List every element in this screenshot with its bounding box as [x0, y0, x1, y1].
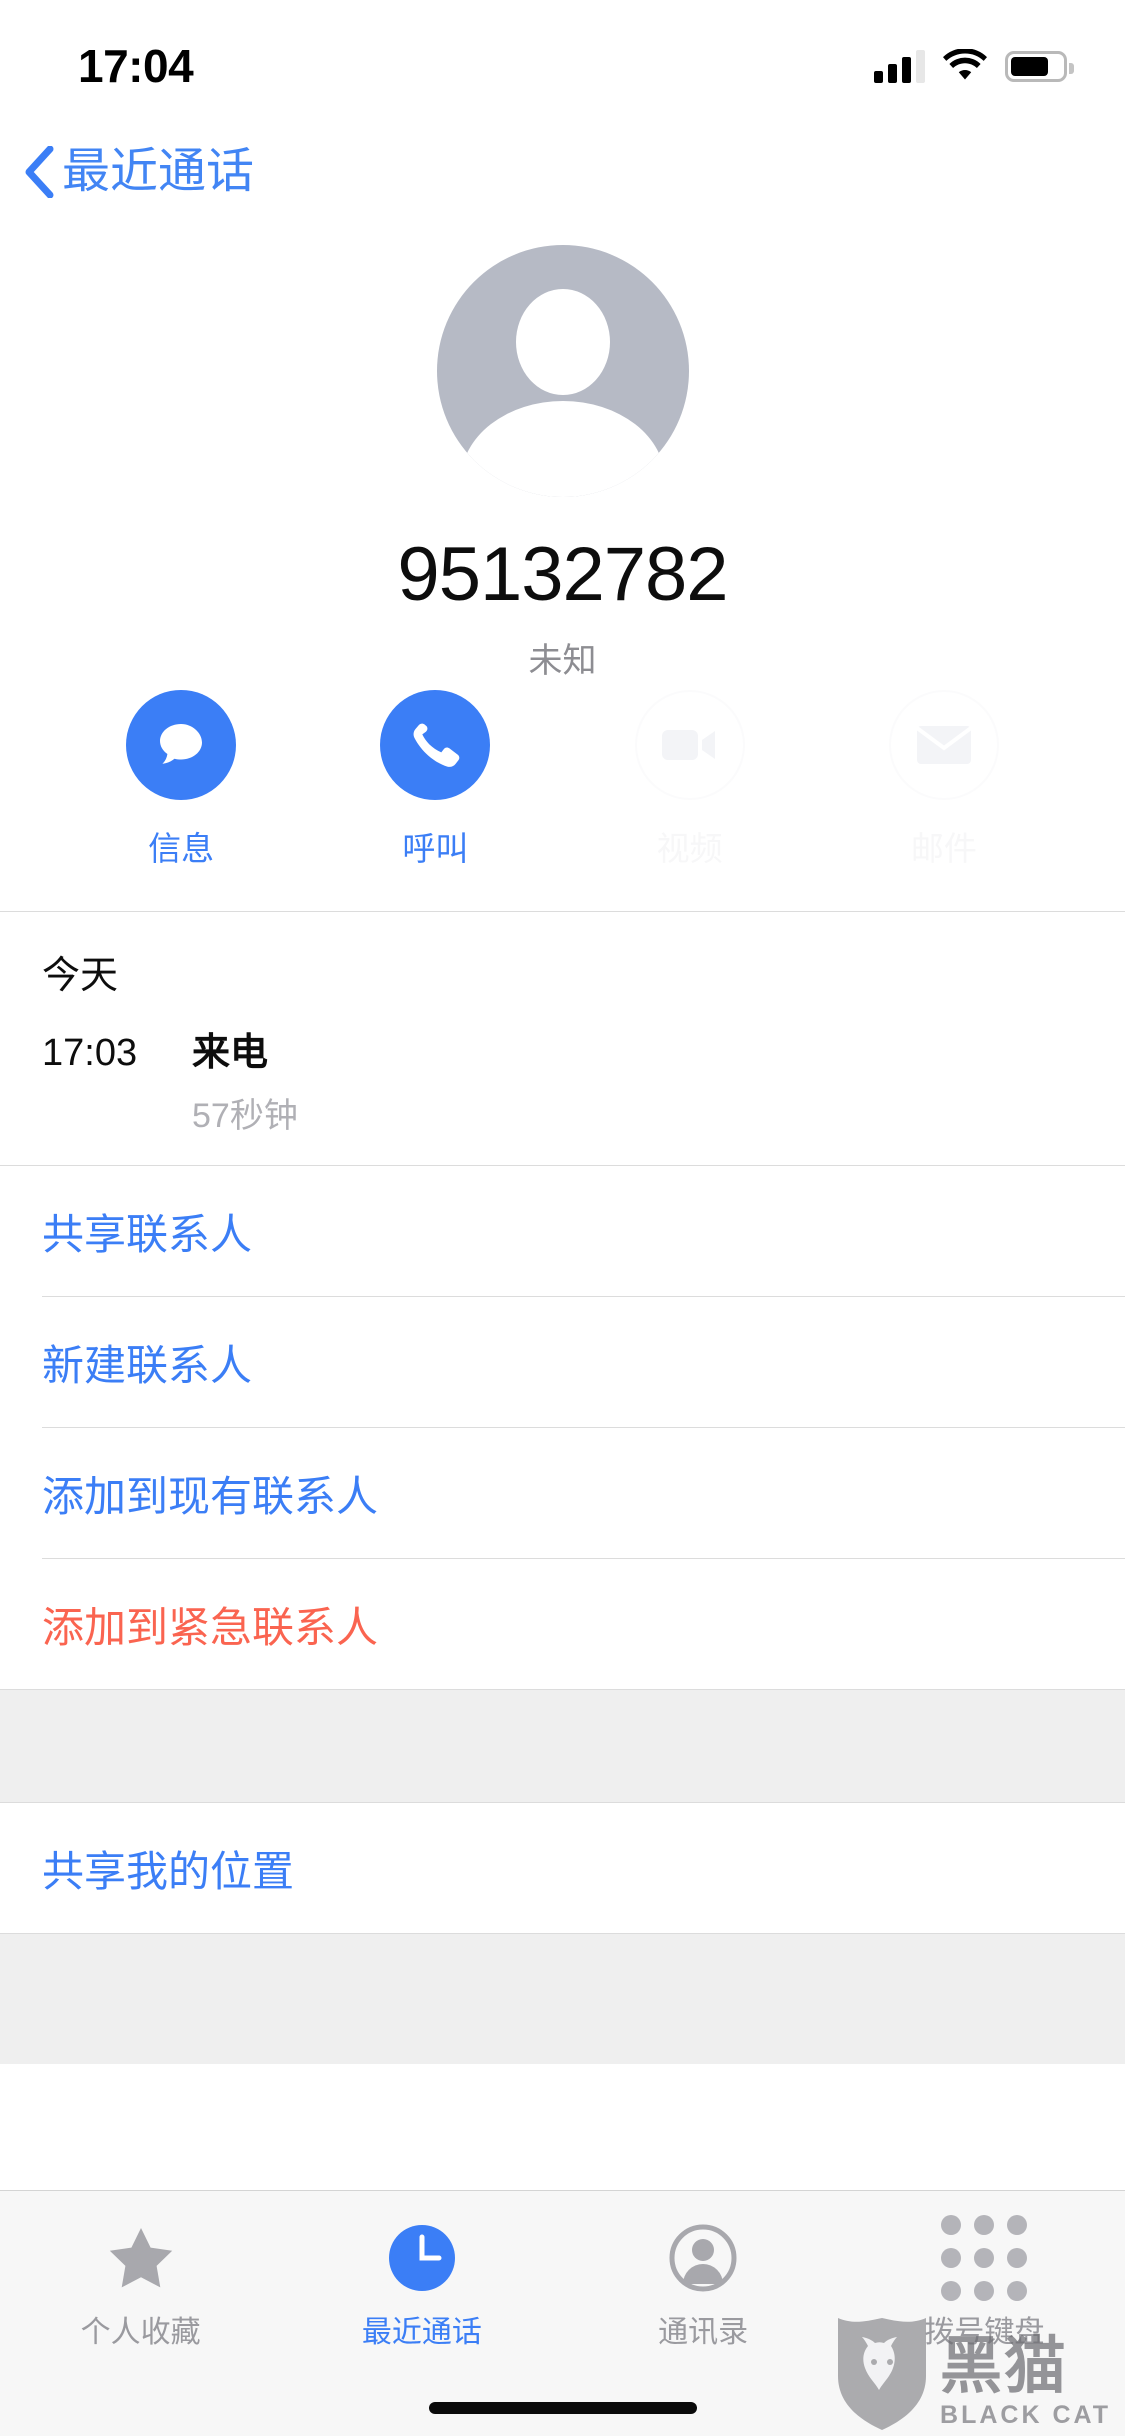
create-new-contact-row[interactable]: 新建联系人	[0, 1297, 1125, 1427]
call-log-entry: 17:03 来电	[42, 1021, 1083, 1076]
clock-icon	[388, 2217, 456, 2299]
section-gap	[0, 1934, 1125, 2064]
keypad-dots-icon	[941, 2215, 1028, 2301]
back-button-label: 最近通话	[62, 145, 255, 198]
call-log-section: 今天 17:03 来电 57秒钟	[0, 912, 1125, 1165]
share-contact-row[interactable]: 共享联系人	[0, 1166, 1125, 1296]
video-camera-icon	[634, 690, 745, 800]
watermark-cn-text: 黑猫	[940, 2332, 1069, 2402]
tab-bar: 个人收藏 最近通话 通讯录 拨号键盘 黑猫 BLACK CAT	[0, 2190, 1125, 2436]
add-to-existing-contact-row[interactable]: 添加到现有联系人	[0, 1428, 1125, 1558]
tab-recents-label: 最近通话	[361, 2316, 482, 2349]
home-indicator	[428, 2402, 697, 2414]
tab-favorites[interactable]: 个人收藏	[0, 2191, 281, 2381]
message-action-label: 信息	[148, 830, 215, 867]
video-action-label: 视频	[656, 830, 723, 867]
message-bubble-icon	[126, 690, 237, 800]
contact-phone-number: 95132782	[397, 532, 728, 617]
quick-action-row: 信息 呼叫 视频 邮件	[0, 690, 1125, 870]
navigation-bar: 最近通话	[0, 132, 1125, 242]
call-action-label: 呼叫	[402, 830, 469, 867]
watermark-en-text: BLACK CAT	[940, 2401, 1111, 2429]
status-bar-time: 17:04	[78, 40, 194, 92]
person-placeholder-avatar	[436, 245, 689, 497]
phone-contact-detail-screen: 17:04 最近通话 95132782 未知 信息 呼叫 视频 邮件 今天 17…	[0, 0, 1125, 2436]
call-log-day: 今天	[42, 955, 119, 997]
signal-bars-icon	[874, 49, 925, 83]
call-log-time: 17:03	[42, 1032, 138, 1074]
envelope-icon	[888, 690, 999, 800]
tab-contacts[interactable]: 通讯录	[563, 2191, 844, 2381]
battery-icon	[1005, 50, 1074, 82]
mail-action-label: 邮件	[910, 830, 977, 867]
share-my-location-row[interactable]: 共享我的位置	[0, 1803, 1125, 1933]
wifi-icon	[943, 49, 987, 83]
tab-contacts-label: 通讯录	[658, 2316, 749, 2349]
call-action-button[interactable]: 呼叫	[360, 690, 510, 870]
contacts-person-icon	[669, 2217, 737, 2299]
message-action-button[interactable]: 信息	[106, 690, 256, 870]
star-icon	[108, 2217, 174, 2299]
chevron-left-icon	[25, 146, 54, 198]
status-bar-indicators	[874, 49, 1074, 83]
status-bar: 17:04	[0, 0, 1125, 132]
black-cat-shield-logo	[838, 2318, 927, 2430]
call-log-type: 来电	[192, 1032, 269, 1074]
phone-handset-icon	[380, 690, 491, 800]
video-action-button: 视频	[615, 690, 765, 870]
tab-recents[interactable]: 最近通话	[281, 2191, 562, 2381]
contact-subtitle: 未知	[528, 642, 597, 680]
black-cat-watermark: 黑猫 BLACK CAT	[834, 2312, 1111, 2430]
detail-content: 今天 17:03 来电 57秒钟 共享联系人 新建联系人 添加到现有联系人 添加…	[0, 911, 1125, 2064]
call-log-duration: 57秒钟	[192, 1097, 298, 1135]
mail-action-button: 邮件	[869, 690, 1019, 870]
add-to-emergency-contact-row[interactable]: 添加到紧急联系人	[0, 1559, 1125, 1689]
contact-header: 95132782 未知	[0, 245, 1125, 682]
section-gap	[0, 1690, 1125, 1802]
back-button[interactable]: 最近通话	[24, 146, 254, 198]
tab-favorites-label: 个人收藏	[80, 2316, 201, 2349]
